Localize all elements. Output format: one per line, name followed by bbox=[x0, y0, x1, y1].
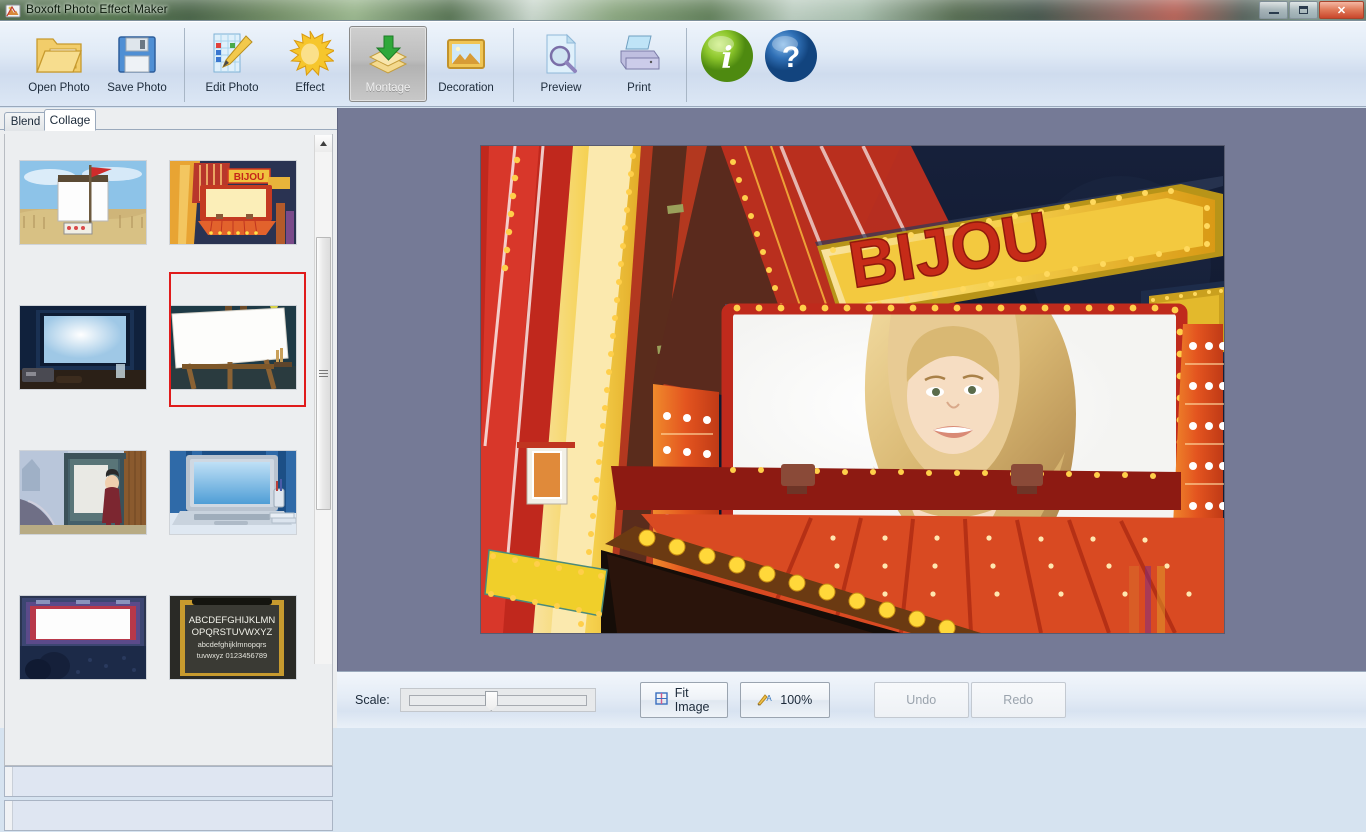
open-photo-label: Open Photo bbox=[28, 82, 90, 94]
montage-button[interactable]: Montage bbox=[349, 26, 427, 102]
tab-collage[interactable]: Collage bbox=[44, 109, 96, 131]
svg-text:A: A bbox=[767, 694, 773, 703]
bus-stop-billboard-template-thumb[interactable] bbox=[19, 449, 147, 535]
list-item[interactable] bbox=[19, 297, 147, 397]
bottom-toolbar: Scale: Fit Image A 100% Undo Redo bbox=[337, 671, 1366, 728]
scroll-thumb[interactable] bbox=[316, 237, 331, 510]
template-thumbnail-list[interactable]: BIJOU ABCDEFGHIJKLMN OPQRSTUVWXYZ abcdef… bbox=[4, 134, 333, 766]
cinema-screen-template-thumb[interactable] bbox=[19, 594, 147, 681]
sun-burst-icon bbox=[286, 27, 334, 81]
chalkboard-template-thumb[interactable]: ABCDEFGHIJKLMN OPQRSTUVWXYZ abcdefghijkl… bbox=[169, 594, 297, 680]
info-icon: i bbox=[699, 27, 755, 85]
canvas-area[interactable]: BIJOU bbox=[337, 108, 1366, 671]
fit-image-button[interactable]: Fit Image bbox=[639, 682, 728, 718]
window-controls: ✕ bbox=[1258, 1, 1364, 19]
list-gutter bbox=[5, 767, 13, 796]
projector-screen-template-thumb[interactable] bbox=[19, 304, 147, 390]
montage-label: Montage bbox=[365, 82, 411, 94]
printer-icon bbox=[615, 27, 663, 81]
pencil-grid-icon bbox=[208, 27, 256, 81]
toolbar-separator-3 bbox=[686, 28, 687, 102]
help-icon: ? bbox=[763, 27, 819, 85]
scale-slider[interactable] bbox=[399, 688, 596, 712]
selected-template-indicator bbox=[169, 272, 306, 407]
fit-image-icon bbox=[655, 692, 668, 708]
scale-label: Scale: bbox=[355, 693, 390, 707]
svg-text:?: ? bbox=[782, 41, 800, 74]
decoration-button[interactable]: Decoration bbox=[427, 26, 505, 102]
template-panel: Blend Collage BIJOU ABCDEFGHIJKLMN OPQRS… bbox=[0, 108, 337, 831]
svg-text:OPQRSTUVWXYZ: OPQRSTUVWXYZ bbox=[192, 627, 273, 638]
info-button[interactable]: i bbox=[695, 26, 759, 102]
list-item[interactable]: ABCDEFGHIJKLMN OPQRSTUVWXYZ abcdefghijkl… bbox=[169, 587, 297, 687]
svg-text:tuvwxyz 0123456789: tuvwxyz 0123456789 bbox=[197, 651, 267, 660]
scale-slider-thumb[interactable] bbox=[484, 691, 498, 711]
maximize-button[interactable] bbox=[1289, 1, 1318, 19]
layer-list-top[interactable] bbox=[4, 766, 333, 797]
panel-bottom-lists bbox=[4, 766, 333, 832]
window-title: Boxoft Photo Effect Maker bbox=[26, 2, 168, 16]
minimize-button[interactable] bbox=[1259, 1, 1288, 19]
save-photo-label: Save Photo bbox=[107, 82, 167, 94]
toolbar-separator-1 bbox=[184, 28, 185, 102]
floppy-disk-icon bbox=[114, 27, 160, 81]
template-list-scrollbar[interactable] bbox=[314, 135, 332, 664]
magnifier-page-icon bbox=[538, 27, 584, 81]
list-gutter bbox=[5, 801, 13, 830]
list-item[interactable] bbox=[19, 152, 147, 252]
panel-tabs: Blend Collage bbox=[0, 108, 337, 131]
beach-sign-template-thumb[interactable] bbox=[19, 159, 147, 245]
preview-button[interactable]: Preview bbox=[522, 26, 600, 102]
undo-button[interactable]: Undo bbox=[873, 682, 969, 718]
layer-list-bottom[interactable] bbox=[4, 800, 333, 831]
print-button[interactable]: Print bbox=[600, 26, 678, 102]
preview-artwork: BIJOU bbox=[481, 146, 1224, 633]
open-folder-icon bbox=[34, 27, 84, 81]
title-bar: Boxoft Photo Effect Maker ✕ bbox=[0, 0, 1366, 21]
edit-photo-button[interactable]: Edit Photo bbox=[193, 26, 271, 102]
svg-text:ABCDEFGHIJKLMN: ABCDEFGHIJKLMN bbox=[189, 615, 276, 626]
decoration-label: Decoration bbox=[438, 82, 494, 94]
scale-slider-track[interactable] bbox=[408, 695, 587, 706]
effect-label: Effect bbox=[295, 82, 325, 94]
fit-image-label: Fit Image bbox=[674, 686, 710, 714]
redo-button[interactable]: Redo bbox=[970, 682, 1066, 718]
layers-arrow-icon bbox=[364, 27, 412, 81]
zoom-100-button[interactable]: A 100% bbox=[739, 682, 830, 718]
laptop-screen-template-thumb[interactable] bbox=[169, 449, 297, 535]
edit-photo-label: Edit Photo bbox=[205, 82, 259, 94]
list-item[interactable]: BIJOU bbox=[169, 152, 297, 252]
effect-button[interactable]: Effect bbox=[271, 26, 349, 102]
app-icon bbox=[5, 3, 21, 19]
picture-frame-icon bbox=[442, 27, 490, 81]
open-photo-button[interactable]: Open Photo bbox=[20, 26, 98, 102]
svg-text:BIJOU: BIJOU bbox=[234, 172, 265, 183]
toolbar-separator-2 bbox=[513, 28, 514, 102]
redo-label: Redo bbox=[1003, 693, 1034, 707]
list-item[interactable] bbox=[169, 442, 297, 542]
help-button[interactable]: ? bbox=[759, 26, 823, 102]
bijou-marquee-preview[interactable]: BIJOU bbox=[481, 146, 1224, 633]
close-button[interactable]: ✕ bbox=[1319, 1, 1364, 19]
list-item[interactable] bbox=[19, 442, 147, 542]
undo-label: Undo bbox=[906, 693, 937, 707]
scroll-grip bbox=[319, 368, 328, 379]
svg-text:i: i bbox=[721, 41, 732, 76]
actual-size-icon: A bbox=[757, 692, 773, 709]
save-photo-button[interactable]: Save Photo bbox=[98, 26, 176, 102]
svg-text:abcdefghijklmnopqrs: abcdefghijklmnopqrs bbox=[198, 640, 267, 649]
bijou-marquee-template-thumb[interactable]: BIJOU bbox=[169, 159, 297, 245]
list-item[interactable] bbox=[19, 587, 147, 687]
scroll-up-button[interactable] bbox=[315, 135, 332, 152]
preview-label: Preview bbox=[540, 82, 582, 94]
print-label: Print bbox=[627, 82, 651, 94]
main-toolbar: Open Photo Save Photo Edit Photo Effect … bbox=[0, 21, 1366, 107]
tab-blend[interactable]: Blend bbox=[4, 112, 47, 131]
zoom-100-label: 100% bbox=[780, 693, 813, 707]
